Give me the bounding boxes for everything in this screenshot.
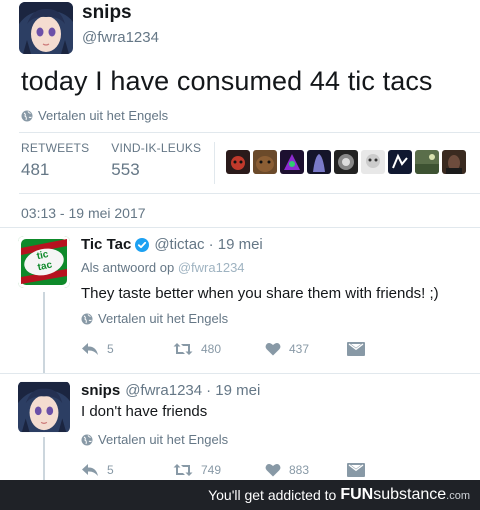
liker-avatar[interactable] (226, 150, 250, 174)
reply-icon (82, 343, 98, 355)
divider (19, 132, 480, 133)
retweet-icon (173, 464, 193, 476)
retweet-icon (173, 343, 193, 355)
divider (19, 193, 480, 194)
liker-avatar[interactable] (253, 150, 277, 174)
liker-avatars (226, 150, 469, 174)
user-handle[interactable]: @fwra1234 (82, 29, 159, 46)
reply-actions: 5 480 437 (81, 342, 365, 356)
retweet-count: 749 (201, 463, 222, 477)
like-count: 883 (289, 463, 310, 477)
envelope-icon (347, 463, 365, 477)
brand-fun: FUN (340, 486, 374, 503)
likes-count: 553 (111, 160, 140, 179)
like-count: 437 (289, 342, 310, 356)
reply-to-mention[interactable]: @fwra1234 (178, 260, 245, 275)
liker-avatar[interactable] (415, 150, 439, 174)
liker-avatar[interactable] (361, 150, 385, 174)
reply-header: snips @fwra1234 · 19 mei (81, 382, 260, 399)
liker-avatar[interactable] (280, 150, 304, 174)
brand-com: .com (446, 490, 470, 502)
thread-line (43, 292, 45, 374)
liker-avatar[interactable] (307, 150, 331, 174)
retweets-stat[interactable]: RETWEETS 481 (21, 141, 89, 180)
user-handle[interactable]: @fwra1234 (125, 382, 202, 399)
globe-icon (81, 434, 93, 445)
translate-label: Vertalen uit het Engels (98, 311, 229, 326)
tweet-timestamp[interactable]: 03:13 - 19 mei 2017 (21, 205, 146, 221)
tweet-stats: RETWEETS 481 VIND-IK-LEUKS 553 (21, 141, 223, 180)
translate-link[interactable]: Vertalen uit het Engels (81, 311, 228, 326)
watermark-bar: You'll get addicted to FUN substance .co… (0, 480, 480, 510)
stats-separator (214, 142, 215, 184)
watermark-brand: FUN substance .com (340, 486, 470, 504)
reply-to-label: Als antwoord op (81, 260, 175, 275)
reply-time[interactable]: · 19 mei (206, 382, 260, 399)
globe-icon (81, 313, 93, 324)
verified-badge-icon (135, 237, 150, 252)
reply-button[interactable]: 5 (81, 463, 173, 477)
reply-text: I don't have friends (81, 403, 208, 420)
reply-text: They taste better when you share them wi… (81, 285, 439, 302)
retweet-button[interactable]: 749 (173, 463, 265, 477)
reply-count: 5 (107, 463, 114, 477)
avatar[interactable]: tic tac (18, 236, 70, 288)
avatar[interactable] (18, 381, 70, 433)
translate-label: Vertalen uit het Engels (98, 432, 229, 447)
globe-icon (21, 110, 33, 121)
tweet-thread: snips @fwra1234 today I have consumed 44… (0, 0, 480, 480)
heart-icon (265, 343, 281, 356)
liker-avatar[interactable] (388, 150, 412, 174)
liker-avatar[interactable] (334, 150, 358, 174)
likes-label: VIND-IK-LEUKS (111, 141, 202, 155)
retweets-count: 481 (21, 160, 50, 179)
reply-time[interactable]: · 19 mei (209, 236, 263, 253)
like-button[interactable]: 437 (265, 342, 347, 356)
like-button[interactable]: 883 (265, 463, 347, 477)
translate-link[interactable]: Vertalen uit het Engels (21, 108, 168, 123)
brand-substance: substance (373, 486, 447, 503)
user-info: snips @fwra1234 (82, 2, 159, 46)
reply-header: Tic Tac @tictac · 19 mei (81, 236, 263, 253)
reply-actions: 5 749 883 (81, 463, 365, 477)
divider (0, 373, 480, 374)
reply-context: Als antwoord op @fwra1234 (81, 260, 245, 275)
liker-avatar[interactable] (442, 150, 466, 174)
direct-message-button[interactable] (347, 463, 365, 477)
retweet-count: 480 (201, 342, 222, 356)
likes-stat[interactable]: VIND-IK-LEUKS 553 (111, 141, 201, 180)
watermark-tagline: You'll get addicted to (208, 487, 337, 503)
retweets-label: RETWEETS (21, 141, 90, 155)
avatar[interactable] (19, 2, 73, 54)
display-name[interactable]: Tic Tac (81, 236, 131, 253)
reply-icon (82, 464, 98, 476)
display-name[interactable]: snips (81, 382, 120, 399)
retweet-button[interactable]: 480 (173, 342, 265, 356)
translate-label: Vertalen uit het Engels (38, 108, 169, 123)
reply-button[interactable]: 5 (81, 342, 173, 356)
direct-message-button[interactable] (347, 342, 365, 356)
divider (0, 227, 480, 228)
reply-count: 5 (107, 342, 114, 356)
thread-line (43, 437, 45, 480)
user-handle[interactable]: @tictac (154, 236, 204, 253)
tweet-text: today I have consumed 44 tic tacs (21, 66, 433, 96)
display-name[interactable]: snips (82, 2, 159, 24)
heart-icon (265, 464, 281, 477)
envelope-icon (347, 342, 365, 356)
translate-link[interactable]: Vertalen uit het Engels (81, 432, 228, 447)
